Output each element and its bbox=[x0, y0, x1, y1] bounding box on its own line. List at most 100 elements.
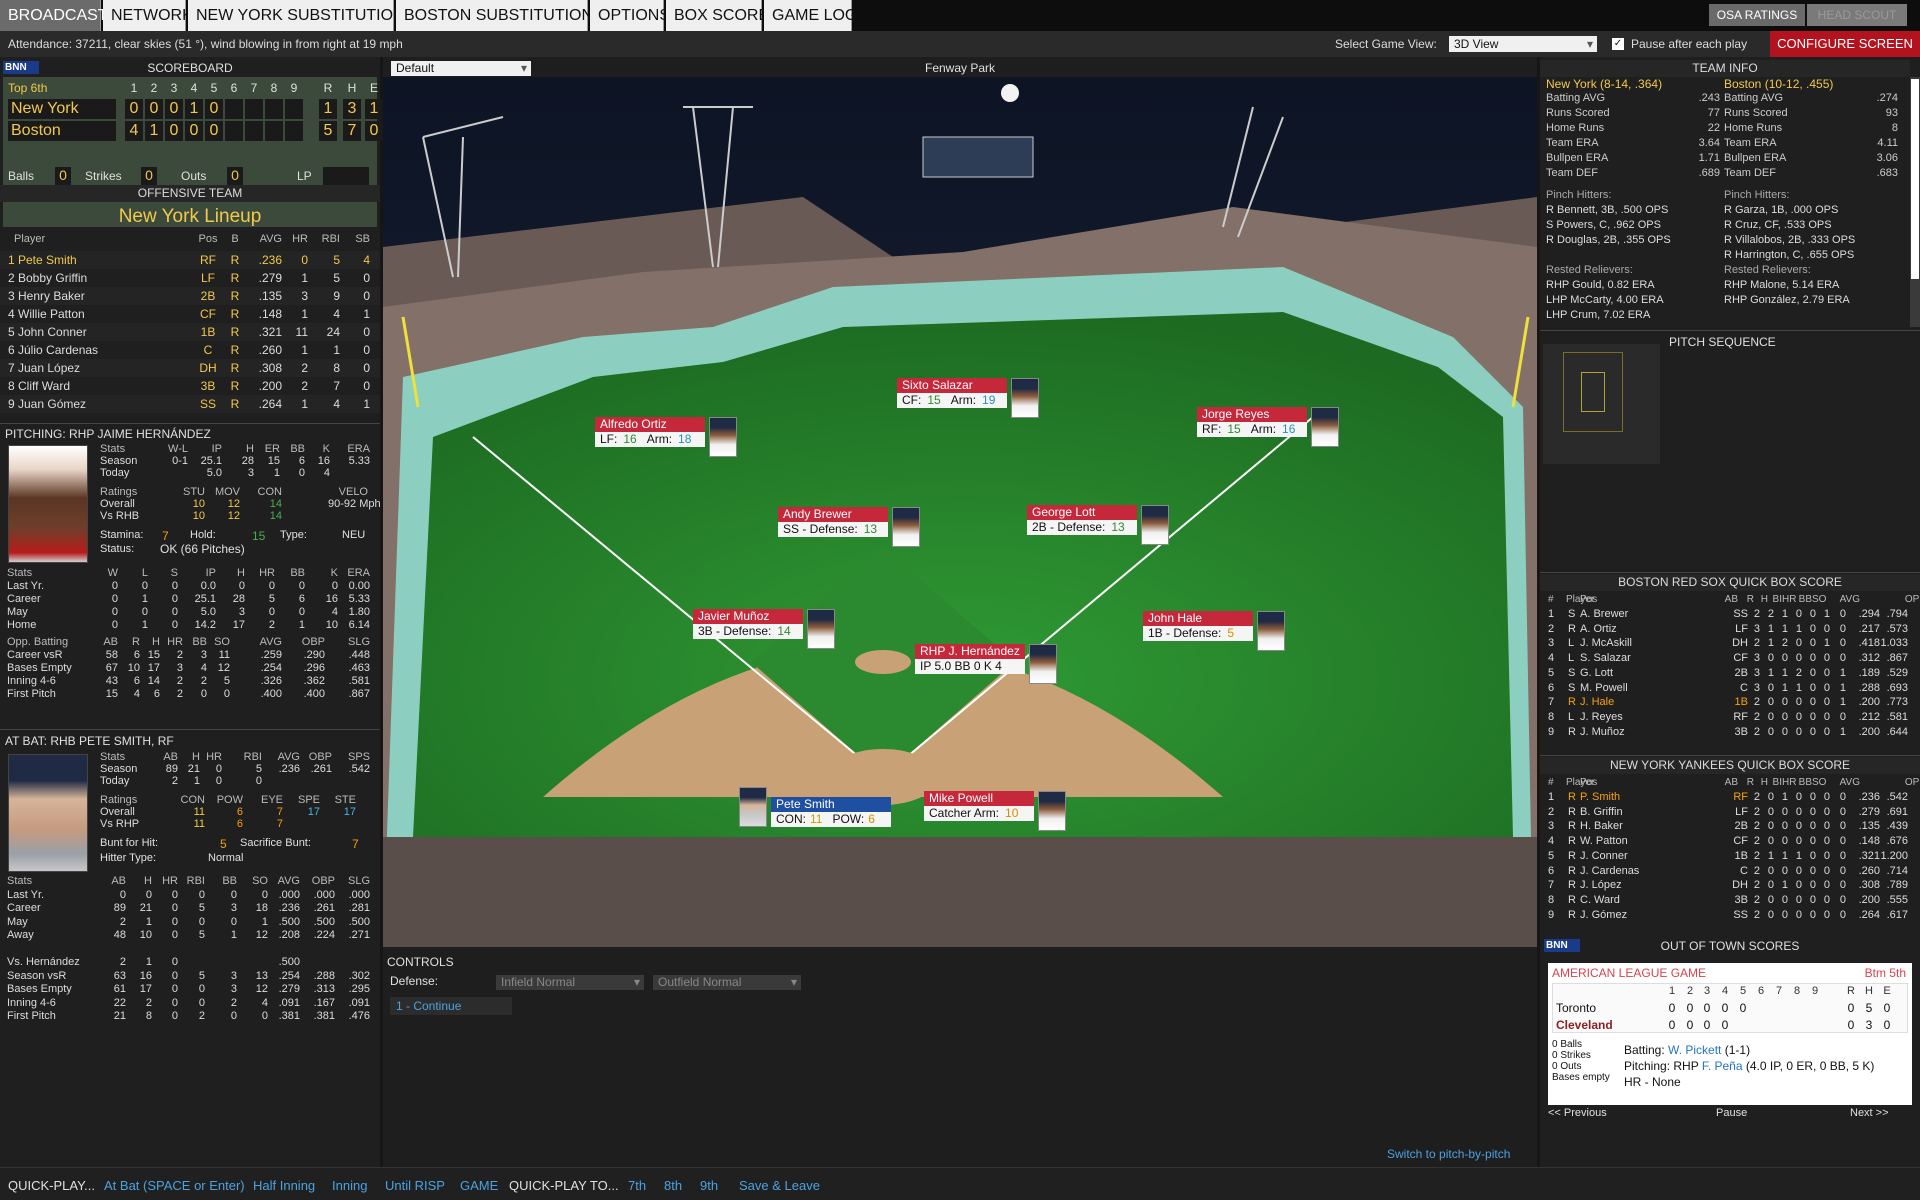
osa-ratings-button[interactable]: OSA RATINGS bbox=[1709, 4, 1805, 26]
box-row[interactable]: 6 S M. Powell C 3 0 1 1 0 0 1.288.693 bbox=[1540, 682, 1920, 696]
team-info-scrollbar[interactable] bbox=[1910, 77, 1920, 327]
fielder-stat-value: 15 bbox=[1227, 422, 1241, 436]
box-row[interactable]: 2 R A. Ortiz LF 3 1 1 1 0 0 0.217.573 bbox=[1540, 623, 1920, 637]
box-cell: .573 bbox=[1886, 622, 1908, 635]
fielder-card[interactable]: Javier Muñoz 3B - Defense: 14 bbox=[693, 609, 835, 649]
oot-batting: Batting: W. Pickett (1-1) bbox=[1624, 1043, 1750, 1057]
lineup-row[interactable]: 7 Juan López DH R .308 2 8 0 bbox=[0, 359, 380, 377]
box-cell: 0 bbox=[1795, 879, 1802, 892]
fielder-card[interactable]: John Hale 1B - Defense: 5 bbox=[1143, 611, 1285, 651]
box-row[interactable]: 3 L J. McAskill DH 2 1 2 0 0 1 0.418 1.033 bbox=[1540, 637, 1920, 651]
fielder-card[interactable]: Sixto Salazar CF: 15 Arm: 19 bbox=[897, 378, 1039, 418]
chevron-down-icon: ▾ bbox=[790, 975, 797, 989]
box-cell: 0 bbox=[1767, 879, 1774, 892]
box-col-header: AVG bbox=[1839, 777, 1860, 788]
tab-boston-substitutions[interactable]: BOSTON SUBSTITUTIONS bbox=[396, 0, 604, 31]
opp-batting-cell: .259 bbox=[260, 649, 282, 661]
oot-inning-score: 0 bbox=[1686, 1018, 1694, 1032]
inning-score bbox=[225, 121, 243, 141]
switch-pitch-by-pitch-link[interactable]: Switch to pitch-by-pitch bbox=[1387, 1147, 1510, 1161]
box-row[interactable]: 3 R H. Baker 2B 2 0 0 0 0 0 0.135.439 bbox=[1540, 820, 1920, 834]
box-row[interactable]: 2 R B. Griffin LF 2 0 0 0 0 0 0.279.691 bbox=[1540, 806, 1920, 820]
head-scout-button[interactable]: HEAD SCOUT bbox=[1807, 4, 1907, 26]
quickplay-at-bat[interactable]: At Bat (SPACE or Enter) bbox=[104, 1178, 245, 1193]
fielder-card[interactable]: Alfredo Ortiz LF: 16 Arm: 18 bbox=[595, 417, 737, 457]
lineup-row[interactable]: 3 Henry Baker 2B R .135 3 9 0 bbox=[0, 287, 380, 305]
box-cell: .693 bbox=[1886, 681, 1908, 694]
fielder-card[interactable]: George Lott 2B - Defense: 13 bbox=[1027, 505, 1169, 545]
tab-options[interactable]: OPTIONS bbox=[590, 0, 670, 31]
tab-ny-substitutions[interactable]: NEW YORK SUBSTITUTIONS bbox=[188, 0, 415, 31]
fielder-card[interactable]: Andy Brewer SS - Defense: 13 bbox=[778, 507, 920, 547]
quickplay-to-8th[interactable]: 8th bbox=[664, 1178, 682, 1193]
box-cell: 1 bbox=[1548, 791, 1555, 803]
box-row[interactable]: 4 R W. Patton CF 2 0 0 0 0 0 0.148.676 bbox=[1540, 835, 1920, 849]
fielder-stat-value: 16 bbox=[623, 432, 637, 446]
outfield-alignment-select[interactable]: Outfield Normal ▾ bbox=[653, 975, 801, 990]
lineup-row[interactable]: 9 Juan Gómez SS R .264 1 4 1 bbox=[0, 395, 380, 413]
inning-score: 0 bbox=[125, 99, 143, 119]
box-row[interactable]: 8 R C. Ward 3B 2 0 0 0 0 0 0.200.555 bbox=[1540, 894, 1920, 908]
save-and-leave-link[interactable]: Save & Leave bbox=[739, 1178, 820, 1193]
batter-rating-cell: 6 bbox=[236, 806, 243, 818]
box-row[interactable]: 9 R J. Muñoz 3B 2 0 0 0 0 0 1.200.644 bbox=[1540, 726, 1920, 740]
oot-previous-button[interactable]: << Previous bbox=[1548, 1107, 1607, 1119]
fielder-stat-label: 2B - Defense: bbox=[1032, 520, 1106, 534]
quickplay-to-7th[interactable]: 7th bbox=[628, 1178, 646, 1193]
batting-player-link[interactable]: W. Pickett bbox=[1668, 1043, 1721, 1057]
box-row[interactable]: 7 R J. López DH 2 0 1 0 0 0 0.308.789 bbox=[1540, 879, 1920, 893]
continue-button[interactable]: 1 - Continue bbox=[390, 997, 512, 1015]
box-row[interactable]: 7 R J. Hale 1B 2 0 0 0 0 0 1.200.773 bbox=[1540, 696, 1920, 710]
quickplay-until-risp[interactable]: Until RISP bbox=[385, 1178, 445, 1193]
lineup-row[interactable]: 8 Cliff Ward 3B R .200 2 7 0 bbox=[0, 377, 380, 395]
box-row[interactable]: 4 L S. Salazar CF 3 0 0 0 0 0 0.312.867 bbox=[1540, 652, 1920, 666]
tab-broadcast[interactable]: BROADCAST bbox=[0, 0, 108, 31]
infield-alignment-select[interactable]: Infield Normal ▾ bbox=[496, 975, 644, 990]
tab-box-score[interactable]: BOX SCORE bbox=[666, 0, 769, 31]
box-cell: J. Muñoz bbox=[1580, 725, 1625, 738]
lineup-row[interactable]: 4 Willie Patton CF R .148 1 4 1 bbox=[0, 305, 380, 323]
lineup-cell: 5 bbox=[333, 271, 340, 285]
quickplay-to-9th[interactable]: 9th bbox=[700, 1178, 718, 1193]
box-row[interactable]: 1 S A. Brewer SS 2 2 1 0 0 1 0.294.794 bbox=[1540, 608, 1920, 622]
game-view-value: 3D View bbox=[1454, 37, 1499, 51]
quickplay-inning[interactable]: Inning bbox=[332, 1178, 367, 1193]
scroll-thumb[interactable] bbox=[1911, 79, 1919, 279]
oot-pause-button[interactable]: Pause bbox=[1716, 1107, 1747, 1119]
lineup-cell: 1 bbox=[363, 307, 370, 321]
box-row[interactable]: 1 R P. Smith RF 2 0 1 0 0 0 0.236.542 bbox=[1540, 791, 1920, 805]
fielder-card[interactable]: Jorge Reyes RF: 15 Arm: 16 bbox=[1197, 407, 1339, 447]
quickplay-game[interactable]: GAME bbox=[460, 1178, 498, 1193]
pause-checkbox[interactable]: ✓ bbox=[1612, 38, 1624, 50]
oot-rhe: 0 bbox=[1847, 1001, 1855, 1015]
box-cell: J. Conner bbox=[1580, 849, 1628, 862]
box-row[interactable]: 5 S G. Lott 2B 3 1 1 2 0 0 1.189.529 bbox=[1540, 667, 1920, 681]
box-cell: 3 bbox=[1753, 622, 1760, 635]
lineup-row[interactable]: 6 Júlio Cardenas C R .260 1 1 0 bbox=[0, 341, 380, 359]
box-row[interactable]: 9 R J. Gómez SS 2 0 0 0 0 0 0.264.617 bbox=[1540, 909, 1920, 923]
fielder-card[interactable]: Mike Powell Catcher Arm: 10 bbox=[924, 791, 1066, 831]
oot-next-button[interactable]: Next >> bbox=[1850, 1107, 1889, 1119]
box-col-header: Pos bbox=[1580, 594, 1598, 605]
box-cell: 9 bbox=[1548, 908, 1555, 921]
game-view-select[interactable]: 3D View ▾ bbox=[1449, 36, 1597, 52]
box-cell: 0 bbox=[1823, 710, 1830, 723]
quickplay-half-inning[interactable]: Half Inning bbox=[253, 1178, 315, 1193]
lineup-row[interactable]: 5 John Conner 1B R .321 11 24 0 bbox=[0, 323, 380, 341]
box-col-header: AVG bbox=[1839, 594, 1860, 605]
configure-screen-button[interactable]: CONFIGURE SCREEN bbox=[1770, 31, 1920, 57]
tab-network[interactable]: NETWORK bbox=[103, 0, 193, 31]
box-row[interactable]: 5 R J. Conner 1B 2 1 1 1 0 0 0.321 1.200 bbox=[1540, 850, 1920, 864]
pitching-player-link[interactable]: F. Peña bbox=[1702, 1059, 1743, 1073]
box-row[interactable]: 6 R J. Cardenas C 2 0 0 0 0 0 0.260.714 bbox=[1540, 865, 1920, 879]
rested-relievers-label: Rested Relievers: bbox=[1724, 264, 1811, 276]
batter-stats-cell: .261 bbox=[313, 902, 335, 914]
lineup-row[interactable]: 2 Bobby Griffin LF R .279 1 5 0 bbox=[0, 269, 380, 287]
fielder-card[interactable]: RHP J. Hernández IP 5.0 BB 0 K 4 bbox=[915, 644, 1057, 684]
batter-card[interactable]: Pete Smith CON: 11 POW: 6 bbox=[739, 787, 891, 827]
box-row[interactable]: 8 L J. Reyes RF 2 0 0 0 0 0 0.212.581 bbox=[1540, 711, 1920, 725]
lineup-row[interactable]: 1 Pete Smith RF R .236 0 5 4 bbox=[0, 251, 380, 269]
team-stat-value: 8 bbox=[1891, 122, 1898, 134]
tab-game-log[interactable]: GAME LOG bbox=[764, 0, 857, 31]
box-cell: 2 bbox=[1753, 835, 1760, 848]
